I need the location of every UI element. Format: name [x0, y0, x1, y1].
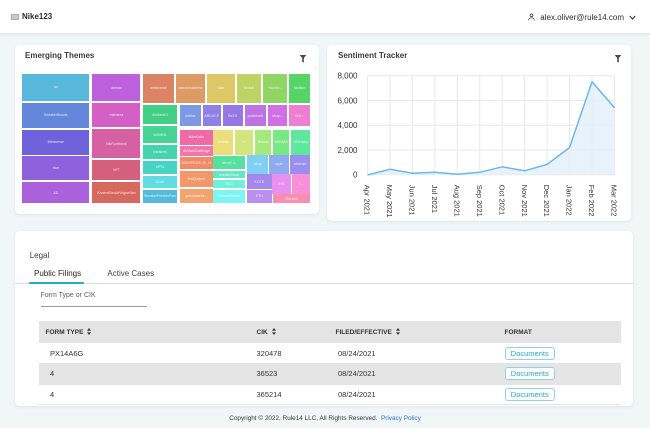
svg-text:2,000: 2,000 [337, 146, 358, 155]
svg-text:4,000: 4,000 [337, 121, 358, 130]
svg-text:0: 0 [353, 171, 358, 180]
svg-text:Apr 2021: Apr 2021 [363, 185, 372, 215]
svg-text:Sep 2021: Sep 2021 [475, 185, 484, 217]
svg-text:May 2021: May 2021 [385, 185, 394, 218]
svg-text:8,000: 8,000 [337, 72, 358, 81]
svg-text:Jun 2021: Jun 2021 [408, 185, 417, 216]
svg-text:Mar 2022: Mar 2022 [610, 185, 619, 217]
svg-text:Nov 2021: Nov 2021 [520, 185, 529, 217]
svg-text:Feb 2022: Feb 2022 [587, 185, 596, 217]
svg-text:Jul 2021: Jul 2021 [430, 185, 439, 213]
svg-text:6,000: 6,000 [337, 96, 358, 105]
svg-text:Dec 2021: Dec 2021 [542, 185, 551, 217]
svg-text:Aug 2021: Aug 2021 [452, 185, 461, 217]
svg-text:Oct 2021: Oct 2021 [497, 185, 506, 215]
svg-text:Jan 2022: Jan 2022 [565, 185, 574, 216]
